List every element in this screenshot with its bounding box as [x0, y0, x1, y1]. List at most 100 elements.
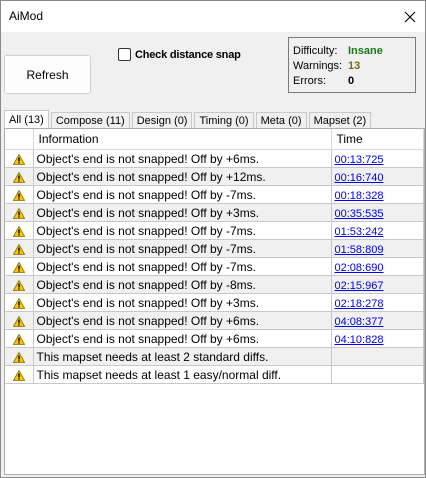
row-time-cell: 01:58:809 — [331, 239, 424, 258]
warning-icon — [12, 225, 25, 237]
errors-label: Errors: — [293, 75, 326, 87]
row-time-cell: 02:18:278 — [331, 293, 424, 312]
issues-grid: Information Time Object's end is not sna… — [5, 129, 424, 384]
warning-icon — [12, 261, 25, 273]
row-time-cell: 02:08:690 — [331, 257, 424, 276]
time-link[interactable]: 02:15:967 — [335, 280, 384, 292]
row-information: Object's end is not snapped! Off by -7ms… — [33, 221, 332, 240]
row-icon-cell — [5, 221, 34, 240]
row-time-cell: 04:10:828 — [331, 329, 424, 348]
table-row[interactable]: Object's end is not snapped! Off by +6ms… — [5, 149, 424, 168]
time-link[interactable]: 04:08:377 — [335, 316, 384, 328]
tab-timing[interactable]: Timing (0) — [194, 112, 254, 129]
row-time-cell: 00:18:328 — [331, 185, 424, 204]
time-link[interactable]: 00:35:535 — [335, 208, 384, 220]
row-time-cell: 00:13:725 — [331, 149, 424, 168]
row-icon-cell — [5, 347, 34, 366]
time-link[interactable]: 01:53:242 — [335, 226, 384, 238]
distance-snap-label: Check distance snap — [135, 48, 241, 61]
row-icon-cell — [5, 185, 34, 204]
row-time-cell — [331, 365, 424, 384]
row-information: Object's end is not snapped! Off by +3ms… — [33, 293, 332, 312]
window-title: AiMod — [9, 9, 44, 23]
time-link[interactable]: 04:10:828 — [335, 334, 384, 346]
warning-icon — [12, 207, 25, 219]
row-icon-cell — [5, 167, 34, 186]
warning-icon — [12, 369, 25, 381]
row-information: This mapset needs at least 1 easy/normal… — [33, 365, 332, 384]
time-link[interactable]: 02:08:690 — [335, 262, 384, 274]
table-row[interactable]: Object's end is not snapped! Off by -7ms… — [5, 185, 424, 204]
tab-design[interactable]: Design (0) — [131, 112, 193, 129]
row-time-cell: 04:08:377 — [331, 311, 424, 330]
warning-icon — [12, 351, 25, 363]
issues-grid-area[interactable]: Information Time Object's end is not sna… — [4, 128, 425, 475]
row-information: Object's end is not snapped! Off by +12m… — [33, 167, 332, 186]
row-icon-cell — [5, 239, 34, 258]
row-time-cell: 01:53:242 — [331, 221, 424, 240]
warning-icon — [12, 153, 25, 165]
icon-column-header[interactable] — [5, 129, 34, 150]
distance-snap-checkbox[interactable]: Check distance snap — [118, 48, 241, 61]
warning-icon — [12, 189, 25, 201]
warning-icon — [12, 315, 25, 327]
stats-panel: Difficulty: Insane Warnings: 13 Errors: … — [288, 37, 416, 93]
difficulty-value: Insane — [348, 45, 383, 57]
row-information: Object's end is not snapped! Off by -7ms… — [33, 239, 332, 258]
warning-icon — [12, 171, 25, 183]
refresh-button[interactable]: Refresh — [4, 55, 91, 94]
warning-icon — [12, 333, 25, 345]
table-row[interactable]: Object's end is not snapped! Off by +12m… — [5, 167, 424, 186]
time-link[interactable]: 00:18:328 — [335, 190, 384, 202]
difficulty-label: Difficulty: — [293, 45, 338, 57]
row-information: Object's end is not snapped! Off by +6ms… — [33, 149, 332, 168]
tab-all[interactable]: All (13) — [4, 110, 49, 129]
row-information: Object's end is not snapped! Off by +6ms… — [33, 311, 332, 330]
row-time-cell: 02:15:967 — [331, 275, 424, 294]
table-row[interactable]: Object's end is not snapped! Off by +6ms… — [5, 311, 424, 330]
row-icon-cell — [5, 203, 34, 222]
checkbox-box[interactable] — [118, 48, 131, 61]
row-icon-cell — [5, 311, 34, 330]
tab-meta[interactable]: Meta (0) — [255, 112, 307, 129]
row-time-cell — [331, 347, 424, 366]
table-row[interactable]: This mapset needs at least 2 standard di… — [5, 347, 424, 366]
table-row[interactable]: This mapset needs at least 1 easy/normal… — [5, 365, 424, 384]
table-row[interactable]: Object's end is not snapped! Off by +3ms… — [5, 293, 424, 312]
table-row[interactable]: Object's end is not snapped! Off by -7ms… — [5, 257, 424, 276]
time-link[interactable]: 00:16:740 — [335, 172, 384, 184]
row-icon-cell — [5, 257, 34, 276]
row-icon-cell — [5, 149, 34, 168]
row-information: Object's end is not snapped! Off by +6ms… — [33, 329, 332, 348]
errors-value: 0 — [348, 75, 355, 87]
close-button[interactable] — [395, 1, 425, 32]
time-column-header[interactable]: Time — [331, 129, 424, 150]
table-row[interactable]: Object's end is not snapped! Off by -7ms… — [5, 221, 424, 240]
table-row[interactable]: Object's end is not snapped! Off by -8ms… — [5, 275, 424, 294]
time-link[interactable]: 00:13:725 — [335, 154, 384, 166]
warnings-label: Warnings: — [293, 60, 343, 72]
row-icon-cell — [5, 329, 34, 348]
row-information: Object's end is not snapped! Off by +3ms… — [33, 203, 332, 222]
table-row[interactable]: Object's end is not snapped! Off by +3ms… — [5, 203, 424, 222]
aimod-window: AiMod Refresh Check distance snap Diffic… — [0, 0, 426, 478]
row-icon-cell — [5, 275, 34, 294]
table-row[interactable]: Object's end is not snapped! Off by +6ms… — [5, 329, 424, 348]
row-time-cell: 00:16:740 — [331, 167, 424, 186]
close-icon — [404, 11, 416, 22]
time-link[interactable]: 02:18:278 — [335, 298, 384, 310]
row-information: This mapset needs at least 2 standard di… — [33, 347, 332, 366]
row-icon-cell — [5, 365, 34, 384]
information-column-header[interactable]: Information — [33, 129, 332, 150]
row-time-cell: 00:35:535 — [331, 203, 424, 222]
table-row[interactable]: Object's end is not snapped! Off by -7ms… — [5, 239, 424, 258]
time-link[interactable]: 01:58:809 — [335, 244, 384, 256]
warning-icon — [12, 297, 25, 309]
row-information: Object's end is not snapped! Off by -7ms… — [33, 257, 332, 276]
tab-compose[interactable]: Compose (11) — [50, 112, 130, 129]
row-icon-cell — [5, 293, 34, 312]
tab-strip: All (13) Compose (11) Design (0) Timing … — [4, 110, 373, 129]
warnings-value: 13 — [348, 60, 361, 72]
grid-header-row: Information Time — [5, 129, 424, 150]
tab-mapset[interactable]: Mapset (2) — [308, 112, 372, 129]
